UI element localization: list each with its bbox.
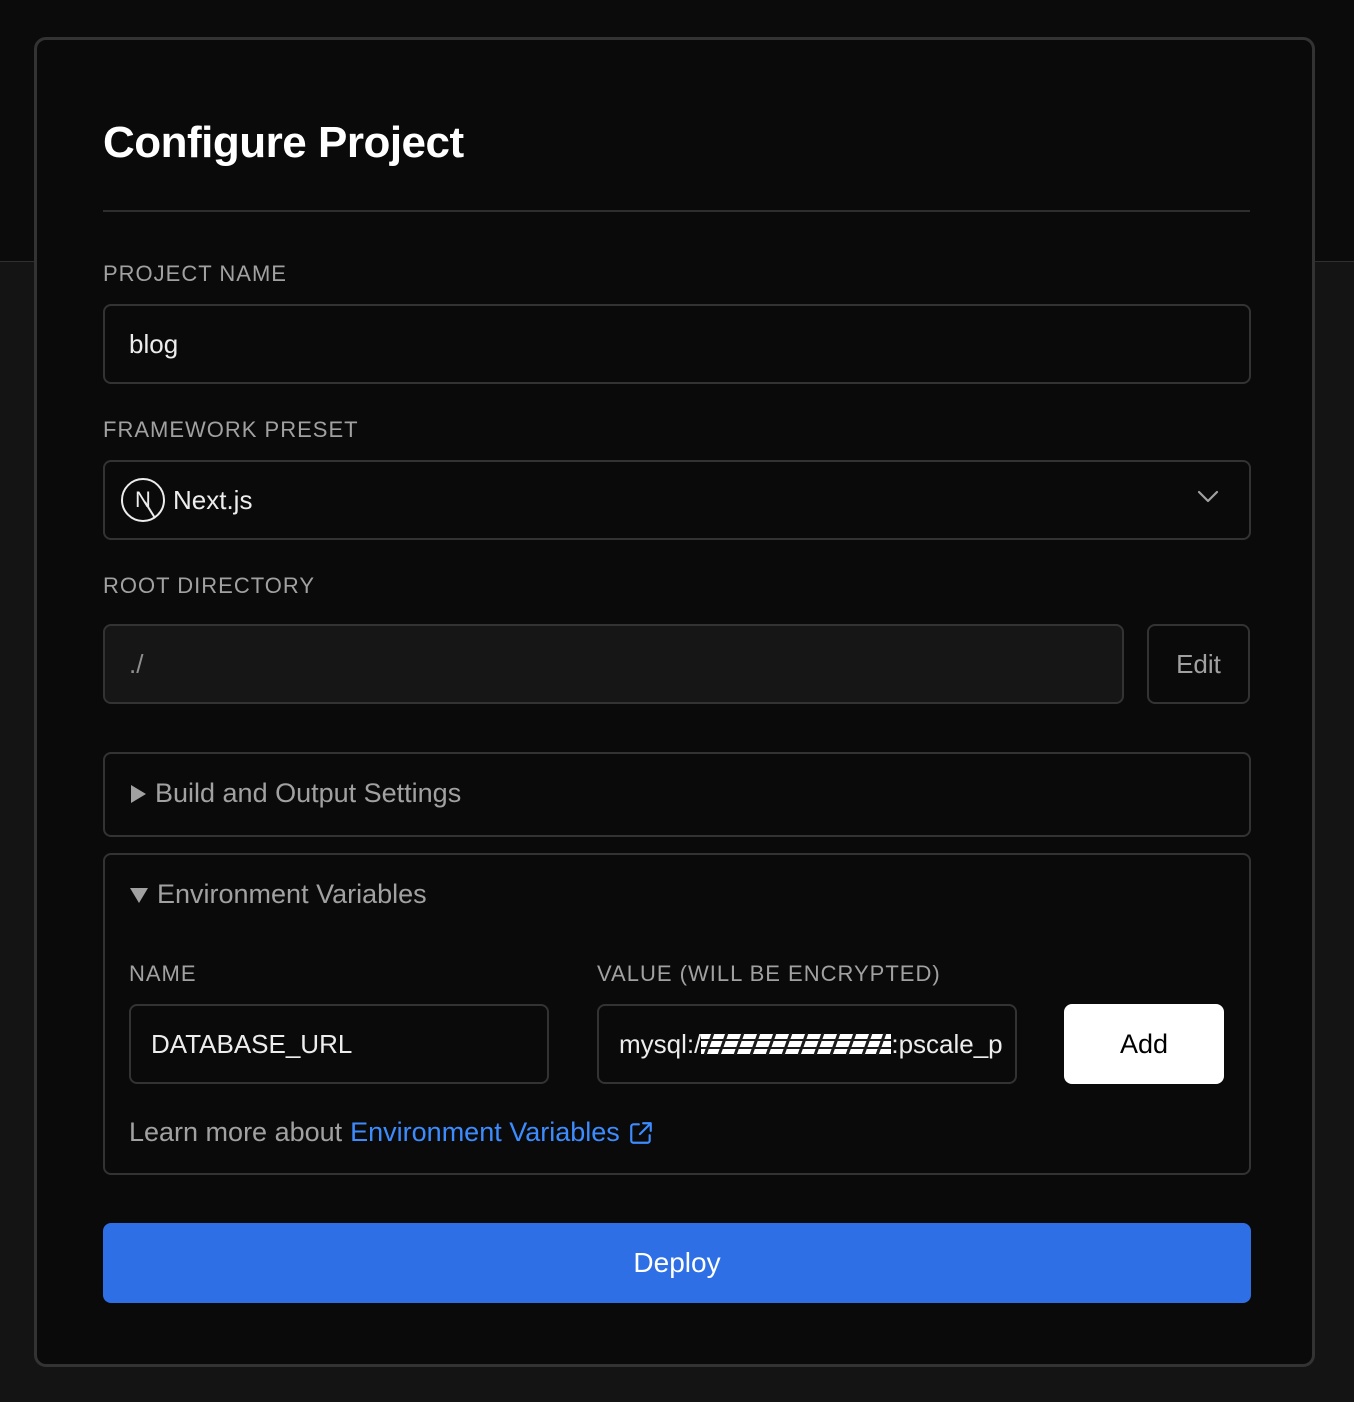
root-directory-value: ./ [129,648,144,679]
framework-preset-label: FRAMEWORK PRESET [103,417,359,442]
env-value-label: VALUE (WILL BE ENCRYPTED) [597,961,941,986]
nextjs-logo-slash [144,501,156,519]
page-title: Configure Project [103,118,464,167]
build-output-settings-toggle[interactable]: Build and Output Settings [129,778,461,809]
root-directory-label: ROOT DIRECTORY [103,573,316,598]
add-env-var-button[interactable]: Add [1064,1004,1224,1084]
framework-preset-select[interactable]: N Next.js [103,460,1251,540]
triangle-down-icon [130,887,148,903]
env-name-input[interactable]: DATABASE_URL [129,1004,549,1084]
env-name-value: DATABASE_URL [151,1028,353,1059]
external-link-icon [629,1121,652,1144]
env-value-suffix: :pscale_p [891,1028,1003,1059]
deploy-button[interactable]: Deploy [103,1223,1251,1303]
build-output-settings-section[interactable]: Build and Output Settings [103,752,1251,837]
env-value-input[interactable]: mysql:/ :pscale_p [597,1004,1017,1084]
learn-more-text: Learn more about Environment Variables [129,1117,654,1148]
project-name-value: blog [129,328,179,359]
environment-variables-link[interactable]: Environment Variables [350,1117,654,1148]
nextjs-logo-icon: N [121,478,165,522]
project-name-input[interactable]: blog [103,304,1251,384]
build-output-settings-title: Build and Output Settings [155,778,462,808]
framework-preset-value: Next.js [173,484,253,515]
edit-root-directory-button[interactable]: Edit [1147,624,1250,704]
environment-variables-toggle[interactable]: Environment Variables [129,879,427,910]
chevron-down-icon [1197,490,1219,503]
environment-variables-link-text: Environment Variables [350,1117,620,1147]
environment-variables-section: Environment Variables NAME VALUE (WILL B… [103,853,1251,1175]
environment-variables-title: Environment Variables [157,879,427,909]
triangle-right-icon [131,784,146,803]
redacted-credentials [701,1031,892,1057]
env-value-prefix: mysql:/ [619,1028,702,1059]
learn-more-prefix: Learn more about [129,1117,343,1147]
project-name-label: PROJECT NAME [103,261,287,286]
configure-project-card: Configure Project PROJECT NAME blog FRAM… [34,37,1315,1367]
title-divider [103,210,1250,212]
root-directory-input[interactable]: ./ [103,624,1124,704]
env-name-label: NAME [129,961,197,986]
